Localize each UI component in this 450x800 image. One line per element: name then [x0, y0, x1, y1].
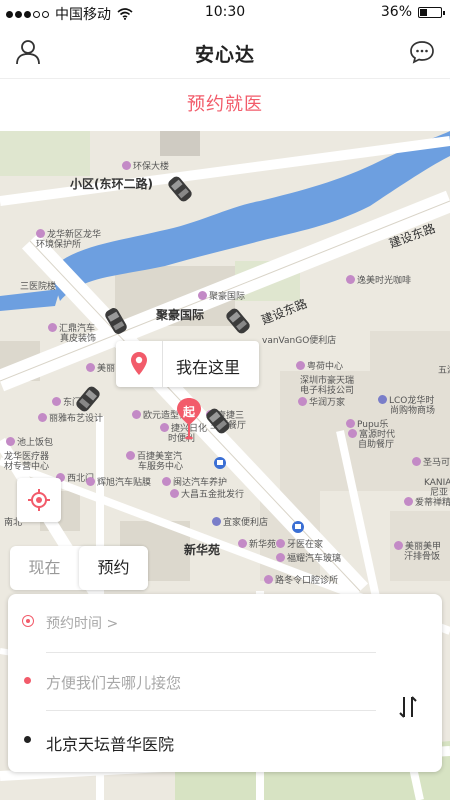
booking-card: 预约时间 > 方便我们去哪儿接您 北京天坛普华医院: [8, 594, 442, 772]
map-area-label: 聚豪国际: [156, 308, 205, 322]
bus-stop-icon: [214, 457, 226, 469]
message-icon[interactable]: [408, 38, 436, 66]
pickup-input[interactable]: 方便我们去哪儿接您: [46, 672, 181, 693]
map-poi-label: 尚购物商场: [390, 406, 436, 416]
appointment-header: 预约就医: [0, 79, 450, 131]
map-poi-label: 材专营中心: [4, 462, 50, 472]
map-poi-label: 车服务中心: [138, 462, 184, 472]
map-poi-label: 粤荷中心: [296, 359, 343, 372]
current-location-label: 我在这里: [176, 358, 241, 377]
crosshair-icon: [28, 489, 50, 511]
appointment-time-label: 预约时间 >: [46, 616, 119, 632]
map-poi-label: 真皮装饰: [60, 334, 97, 344]
ride-mode-tabs: 现在 预约: [10, 546, 148, 590]
map-poi-label: 美丽: [86, 361, 115, 374]
map-poi-label: 池上饭包: [6, 435, 53, 448]
map-poi-label: 福耀汽车玻璃: [276, 551, 341, 564]
map-poi-label: 爱蒂禅精: [404, 495, 450, 508]
tab-reserve[interactable]: 预约: [79, 546, 148, 590]
map-poi-label: 环境保护所: [36, 240, 82, 250]
swap-icon[interactable]: [394, 693, 422, 721]
map-poi-label: 新华苑: [238, 537, 276, 550]
map-poi-label: 大昌五金批发行: [170, 487, 244, 500]
map-poi-label: 圣马可: [412, 455, 450, 468]
map-poi-label: 聚豪国际: [198, 289, 245, 302]
destination-value: 北京天坛普华医院: [46, 735, 175, 754]
map-poi-label: 辉旭汽车贴膜: [86, 475, 151, 488]
map-poi-label: 三医院楼: [20, 282, 57, 292]
map-area-label: 小区(东环二路): [70, 177, 153, 191]
app-title: 安心达: [194, 44, 255, 66]
map-poi-label: 丽雅布艺设计: [38, 411, 103, 424]
appointment-time-row[interactable]: 预约时间 >: [8, 594, 388, 652]
map-poi-label: 自助餐厅: [358, 440, 395, 450]
map-poi-label: 汗排骨饭: [404, 552, 441, 562]
nav-bar: 安心达: [0, 26, 450, 79]
battery-icon: [418, 6, 445, 18]
destination-dot-icon: [24, 736, 31, 743]
battery-percent: 36%: [380, 4, 412, 20]
bus-stop-icon: [292, 521, 304, 533]
pickup-row[interactable]: 方便我们去哪儿接您: [8, 652, 388, 710]
start-marker-label: 起: [182, 405, 195, 419]
map-poi-label: 华润万家: [298, 395, 345, 408]
status-bar: 中国移动 10:30 36%: [0, 0, 450, 26]
map-poi-label: 环保大楼: [122, 159, 169, 172]
pickup-dot-icon: [24, 677, 31, 684]
destination-row[interactable]: 北京天坛普华医院: [8, 710, 388, 768]
map-poi-label: 宜家便利店: [212, 515, 268, 528]
map-poi-label: vanVanGO便利店: [262, 336, 337, 346]
start-point-marker: 起: [176, 397, 202, 441]
map-poi-label: 牙医在家: [276, 537, 323, 550]
map-area-label: 新华苑: [184, 543, 221, 557]
current-location-bubble[interactable]: 我在这里: [116, 341, 259, 387]
map-poi-label: 路冬令口腔诊所: [264, 573, 338, 586]
status-right: 36%: [380, 4, 445, 20]
clock-icon: [22, 615, 34, 627]
map-poi-label: 五湖: [438, 366, 450, 376]
locate-me-button[interactable]: [17, 478, 61, 522]
tab-now[interactable]: 现在: [10, 546, 79, 590]
location-pin-icon: [116, 341, 163, 387]
map-poi-label: 逸美时光咖啡: [346, 273, 411, 286]
